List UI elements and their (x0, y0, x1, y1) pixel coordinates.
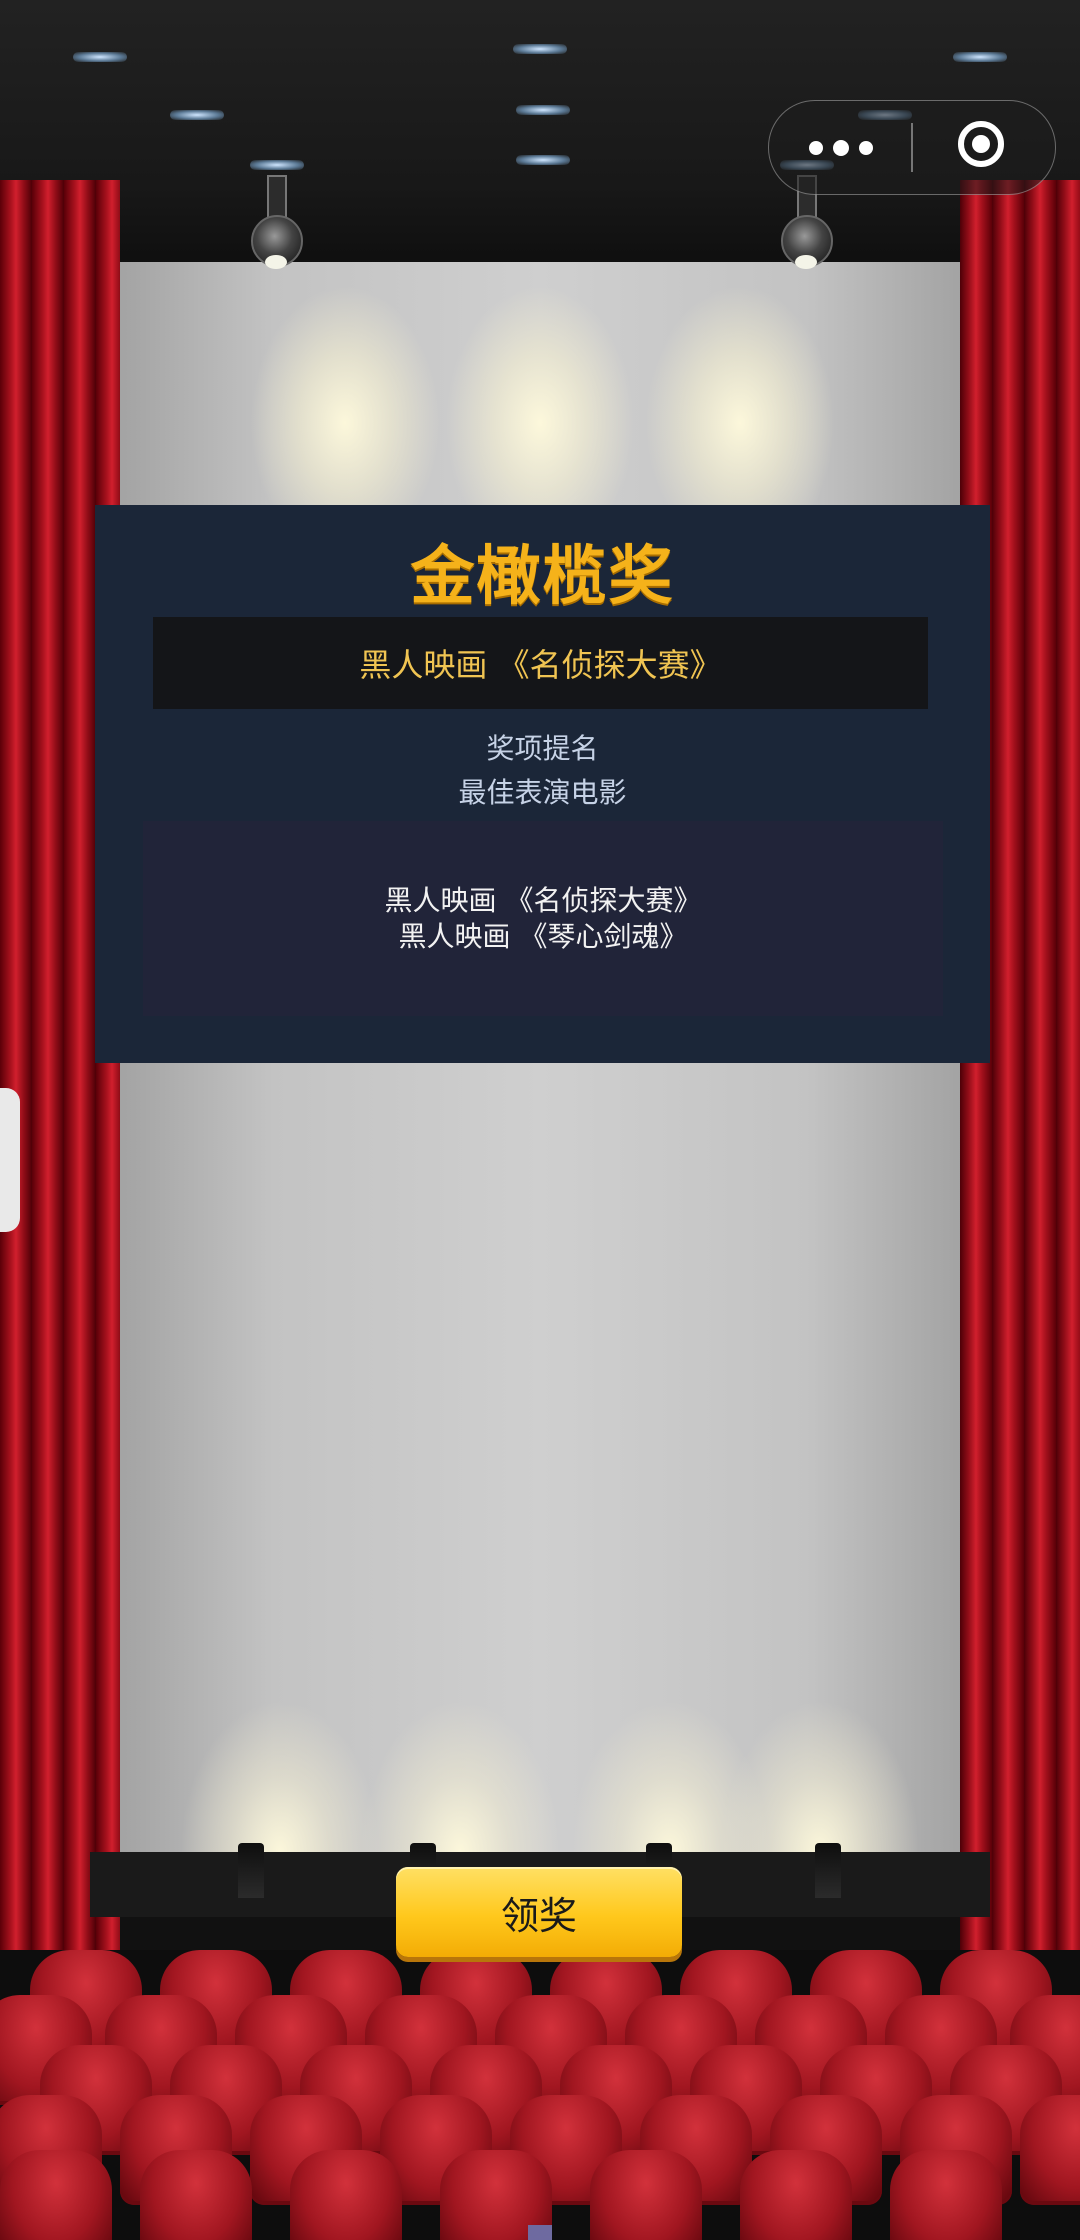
ceiling-light (73, 52, 127, 62)
ceiling-light (170, 110, 224, 120)
spotlight-glow (445, 285, 635, 515)
side-floating-tab[interactable] (0, 1088, 20, 1232)
target-close-icon[interactable] (913, 101, 1055, 194)
award-panel: 金橄榄奖 黑人映画 《名侦探大赛》 奖项提名 最佳表演电影 黑人映画 《名侦探大… (95, 505, 990, 1063)
stage-lamp-icon (815, 1843, 841, 1898)
ceiling-light (516, 105, 570, 115)
mini-program-capsule (768, 100, 1056, 195)
claim-award-button[interactable]: 领奖 (396, 1867, 682, 1957)
curtain-right (960, 180, 1080, 1960)
ceiling-light (516, 155, 570, 165)
list-item: 黑人映画 《琴心剑魂》 (398, 919, 688, 953)
nominee-list: 黑人映画 《名侦探大赛》 黑人映画 《琴心剑魂》 (143, 821, 943, 1016)
nominated-work: 黑人映画 《名侦探大赛》 (153, 617, 928, 709)
audience-seats (0, 1950, 1080, 2240)
curtain-left (0, 180, 120, 1960)
award-title: 金橄榄奖 (410, 540, 675, 614)
list-item: 黑人映画 《名侦探大赛》 (384, 883, 702, 917)
bottom-indicator (528, 2225, 552, 2240)
spotlight-glow (645, 285, 835, 515)
more-dots-icon[interactable] (769, 101, 911, 194)
ceiling-light (953, 52, 1007, 62)
spotlight-glow (250, 285, 440, 515)
section-label: 奖项提名 (486, 732, 599, 765)
ceiling-light (513, 44, 567, 54)
award-category: 最佳表演电影 (458, 776, 627, 809)
spotlight-icon (245, 175, 305, 295)
stage-lamp-icon (238, 1843, 264, 1898)
ceiling-light (250, 160, 304, 170)
